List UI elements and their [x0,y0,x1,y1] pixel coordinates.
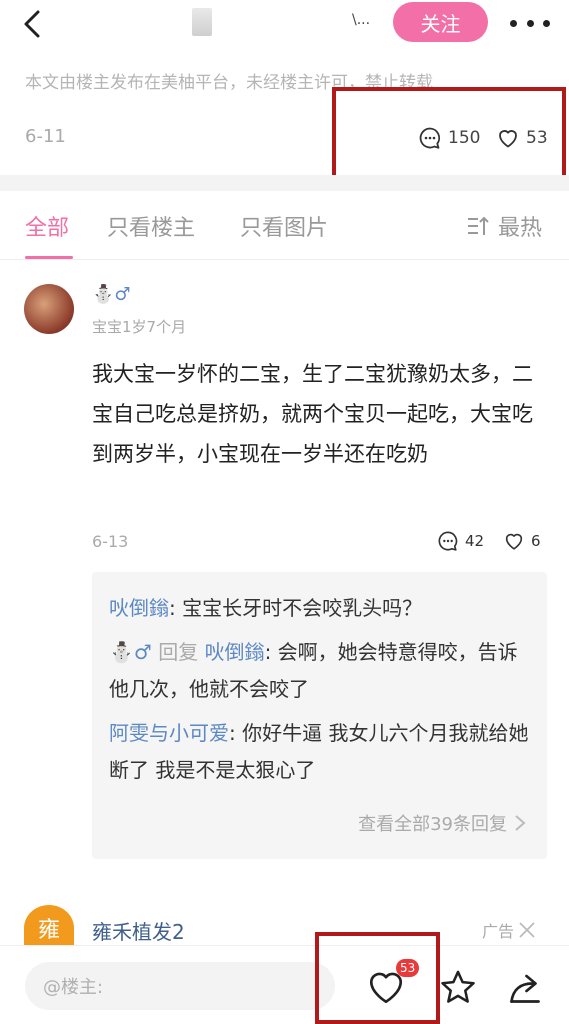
post-date: 6-11 [25,126,66,147]
comment-date: 6-13 [92,532,129,551]
reply-item[interactable]: 吙倒鎓: 宝宝长牙时不会咬乳头吗？ [109,590,534,627]
follow-button[interactable]: 关注 [393,2,488,42]
ad-tag: 广告 [482,918,536,942]
baby-age: 宝宝1岁7个月 [92,318,187,336]
sort-hottest-button[interactable]: 最热 [466,210,542,242]
bottom-bar: @楼主: 53 [0,945,569,1024]
reply-item[interactable]: ⛄♂ 回复 吙倒鎓: 会啊，她会特意得咬，告诉他几次，他就不会咬了 [109,634,534,708]
share-icon[interactable] [506,970,544,1006]
back-arrow-icon[interactable] [18,8,50,40]
comment-like-button[interactable]: 6 [503,530,541,552]
replies-box: 吙倒鎓: 宝宝长牙时不会咬乳头吗？ ⛄♂ 回复 吙倒鎓: 会啊，她会特意得咬，告… [92,572,547,859]
star-icon[interactable] [438,968,478,1006]
author-avatar[interactable] [192,8,212,36]
more-options-icon[interactable] [510,8,550,38]
tab-author-only[interactable]: 只看楼主 [107,210,195,242]
reply-author[interactable]: 阿雯与小可爱 [109,721,229,745]
tab-images-only[interactable]: 只看图片 [240,210,328,242]
comment-bubble-icon [438,531,458,551]
view-all-label: 查看全部39条回复 [358,814,507,835]
tabs-divider [0,259,569,260]
commenter-name[interactable]: ⛄♂ [92,284,131,305]
commenter-avatar[interactable] [24,284,74,334]
chevron-right-icon [515,815,526,831]
ad-label: 广告 [482,922,515,941]
author-name[interactable]: \... [352,12,370,28]
view-all-replies-link[interactable]: 查看全部39条回复 [358,810,527,836]
highlight-box-like-button [315,932,440,1024]
reply-colon: : [229,721,243,745]
comment-text: 我大宝一岁怀的二宝，生了二宝犹豫奶太多，二宝自己吃总是挤奶，就两个宝贝一起吃，大… [92,362,533,466]
reply-author[interactable]: 吙倒鎓 [109,596,169,620]
reply-colon: : [264,640,278,664]
highlight-box-stats [332,87,566,179]
tab-all[interactable]: 全部 [25,210,69,242]
sort-label: 最热 [498,216,543,241]
close-icon[interactable] [518,921,536,939]
heart-icon [505,533,523,550]
reply-word: 回复 [158,640,199,664]
reply-author[interactable]: ⛄♂ [109,640,152,664]
reply-target[interactable]: 吙倒鎓 [205,640,265,664]
sort-icon [468,216,489,235]
top-bar: \... 关注 [0,0,569,48]
reply-item[interactable]: 阿雯与小可爱: 你好牛逼 我女儿六个月我就给她断了 我是不是太狠心了 [109,715,534,789]
reply-text: 宝宝长牙时不会咬乳头吗？ [182,596,423,620]
comment-input-placeholder: @楼主: [43,977,104,998]
comment-like-count: 6 [531,532,541,550]
ad-name[interactable]: 雍禾植发2 [92,916,185,945]
comment-reply-count: 42 [465,532,485,550]
comment-reply-button[interactable]: 42 [437,530,484,552]
comment-input[interactable]: @楼主: [25,962,335,1010]
section-divider [0,175,569,191]
reply-colon: : [169,596,183,620]
